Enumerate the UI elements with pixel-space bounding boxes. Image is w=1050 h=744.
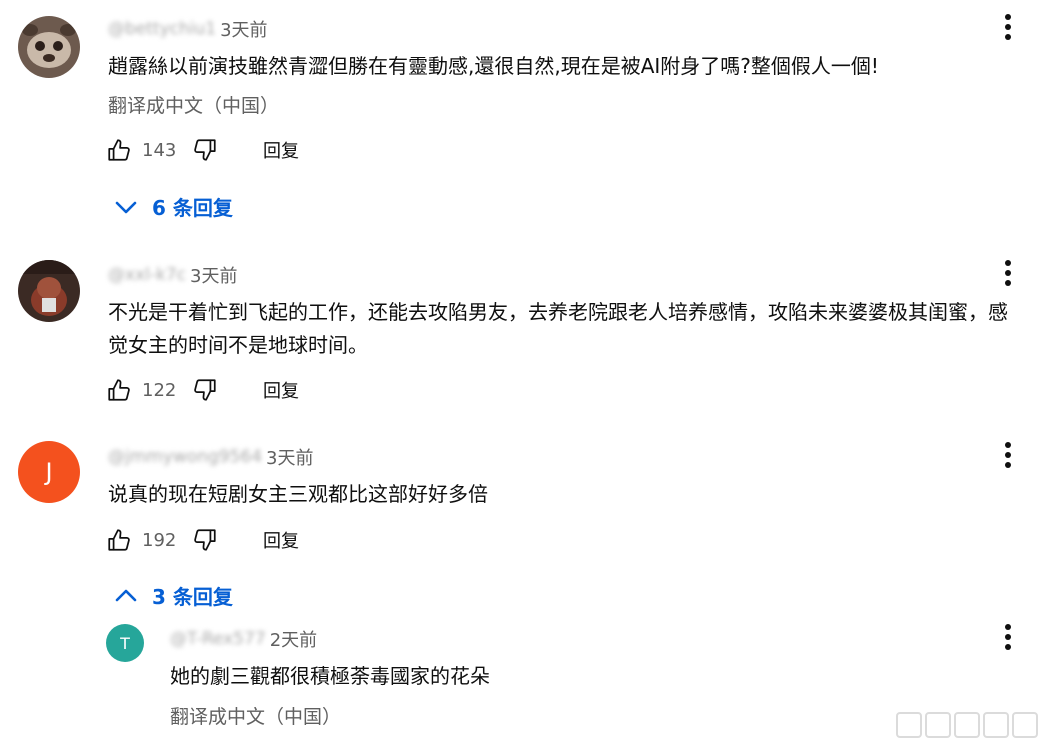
reply-button[interactable]: 回复 xyxy=(263,527,299,553)
thumbs-up-icon[interactable] xyxy=(106,527,132,553)
comment-text: 不光是干着忙到飞起的工作，还能去攻陷男友，去养老院跟老人培养感情，攻陷未来婆婆极… xyxy=(108,300,1008,357)
reply-button[interactable]: 回复 xyxy=(263,377,299,403)
comment-timestamp[interactable]: 3天前 xyxy=(190,262,237,288)
more-options-icon[interactable] xyxy=(998,622,1018,652)
author-handle[interactable]: @bettychiu1 xyxy=(108,19,216,39)
avatar[interactable]: T xyxy=(106,624,144,662)
avatar-letter: T xyxy=(120,633,130,653)
avatar[interactable] xyxy=(18,16,80,78)
thumbs-down-icon[interactable] xyxy=(192,137,218,163)
avatar[interactable]: J xyxy=(18,441,80,503)
thumbs-down-icon[interactable] xyxy=(192,377,218,403)
translate-link[interactable]: 翻译成中文（中国） xyxy=(108,91,279,118)
comment-timestamp[interactable]: 2天前 xyxy=(270,626,317,652)
like-count: 192 xyxy=(142,529,177,551)
more-options-icon[interactable] xyxy=(998,258,1018,288)
author-handle[interactable]: @T-Rex577 xyxy=(170,629,266,649)
comment-text: 她的劇三觀都很積極荼毒國家的花朵 xyxy=(170,664,490,688)
comment-timestamp[interactable]: 3天前 xyxy=(266,444,313,470)
more-options-icon[interactable] xyxy=(998,12,1018,42)
comment-timestamp[interactable]: 3天前 xyxy=(220,16,267,42)
more-options-icon[interactable] xyxy=(998,440,1018,470)
thumbs-up-icon[interactable] xyxy=(106,377,132,403)
watermark xyxy=(896,712,1038,738)
translate-link[interactable]: 翻译成中文（中国） xyxy=(170,702,341,729)
like-count: 143 xyxy=(142,139,177,161)
replies-count-label: 6 条回复 xyxy=(152,196,233,220)
comment-text: 趙露絲以前演技雖然青澀但勝在有靈動感,還很自然,現在是被AI附身了嗎?整個假人一… xyxy=(108,54,879,78)
replies-count-label: 3 条回复 xyxy=(152,585,233,609)
author-handle[interactable]: @jmmywong9564 xyxy=(108,447,262,467)
hide-replies-button[interactable]: 3 条回复 xyxy=(114,581,233,610)
thumbs-up-icon[interactable] xyxy=(106,137,132,163)
avatar[interactable] xyxy=(18,260,80,322)
chevron-down-icon xyxy=(115,201,137,213)
author-handle[interactable]: @xxl-k7c xyxy=(108,265,186,285)
thumbs-down-icon[interactable] xyxy=(192,527,218,553)
chevron-up-icon xyxy=(115,589,137,601)
reply-button[interactable]: 回复 xyxy=(263,137,299,163)
comment-text: 说真的现在短剧女主三观都比这部好好多倍 xyxy=(108,482,488,506)
avatar-letter: J xyxy=(45,458,53,486)
like-count: 122 xyxy=(142,379,177,401)
show-replies-button[interactable]: 6 条回复 xyxy=(114,192,233,221)
